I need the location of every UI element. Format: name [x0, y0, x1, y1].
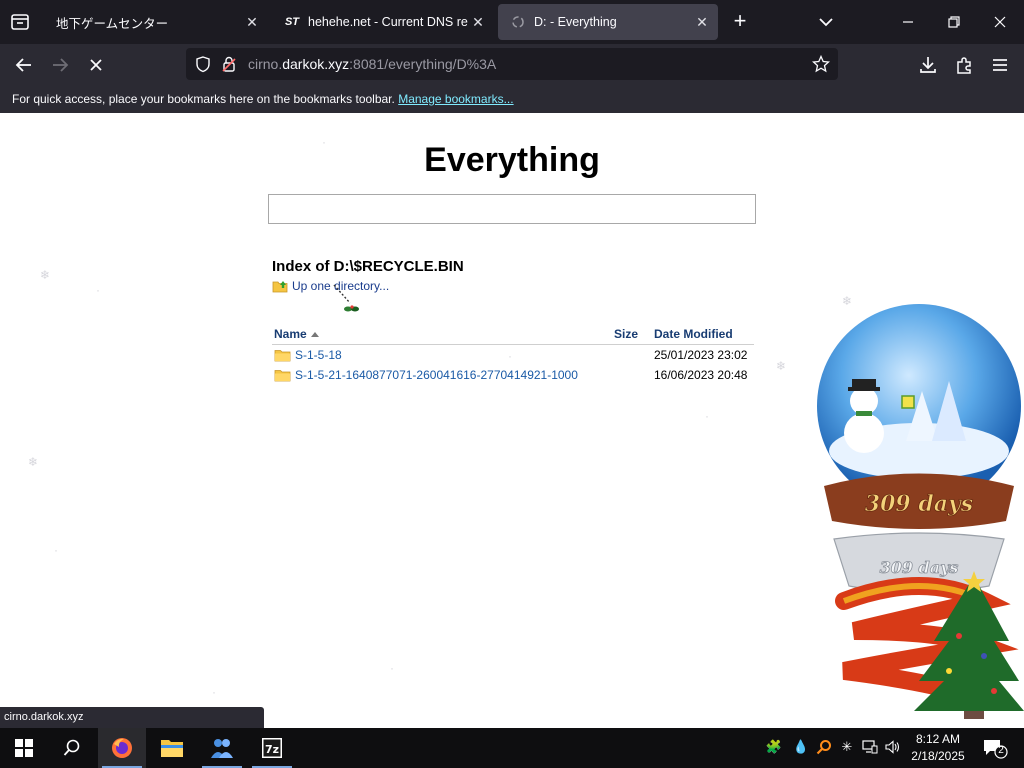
- bookmarks-toolbar: For quick access, place your bookmarks h…: [0, 86, 1024, 113]
- back-arrow-icon[interactable]: [12, 53, 36, 77]
- tray-search-app-icon[interactable]: [815, 738, 833, 756]
- volume-icon[interactable]: [884, 738, 902, 756]
- row-date-cell: 16/06/2023 20:48: [654, 368, 748, 382]
- snowflake-icon: ❄: [776, 359, 787, 373]
- column-header-date[interactable]: Date Modified: [652, 325, 754, 345]
- extensions-icon[interactable]: [952, 53, 976, 77]
- row-name-cell: S-1-5-21-1640877071-260041616-2770414921…: [272, 365, 612, 385]
- tab-1[interactable]: ST hehehe.net - Current DNS reco ✕: [272, 4, 494, 40]
- page-content: ❄ ❄ · · · · ❄ ❄ · · · · Everything Index…: [0, 113, 1024, 728]
- row-name-cell: S-1-5-18: [272, 345, 612, 365]
- st-favicon-icon: ST: [284, 16, 300, 28]
- row-size-cell: [612, 345, 652, 366]
- file-explorer-icon: [161, 740, 183, 757]
- system-clock[interactable]: 8:12 AM 2/18/2025: [905, 731, 971, 765]
- 7zip-icon: 7z: [262, 738, 282, 758]
- tab-strip: 地下ゲームセンター ✕ ST hehehe.net - Current DNS …: [0, 0, 1024, 44]
- new-tab-icon[interactable]: +: [728, 10, 752, 34]
- url-text[interactable]: cirno.darkok.xyz:8081/everything/D%3A: [248, 56, 496, 72]
- snowflake-icon: ❄: [28, 455, 39, 469]
- folder-link[interactable]: S-1-5-18: [295, 348, 342, 362]
- taskbar-search-button[interactable]: [48, 728, 96, 768]
- table-header-row: Name Size Date Modified: [272, 325, 754, 345]
- windows-taskbar: 7z 🧩 💧 ✳ 8:12 AM 2/18/2025 2: [0, 728, 1024, 768]
- insecure-lock-icon[interactable]: [220, 55, 238, 73]
- snowflake-icon: ·: [390, 661, 394, 675]
- search-icon: [63, 739, 80, 756]
- taskbar-file-explorer[interactable]: [148, 728, 196, 768]
- downloads-icon[interactable]: [916, 53, 940, 77]
- notification-count: 2: [998, 745, 1004, 756]
- column-header-name-label: Name: [274, 327, 307, 341]
- windows-logo-icon: [15, 739, 33, 757]
- table-row: S-1-5-21-1640877071-260041616-2770414921…: [272, 365, 754, 385]
- close-window-icon[interactable]: [986, 8, 1014, 36]
- forward-arrow-icon[interactable]: [48, 53, 72, 77]
- taskbar-7zip[interactable]: 7z: [248, 728, 296, 768]
- tab-title: D: - Everything: [534, 15, 617, 29]
- network-icon[interactable]: [861, 738, 879, 756]
- folder-up-icon: [272, 281, 288, 293]
- folder-link[interactable]: S-1-5-21-1640877071-260041616-2770414921…: [295, 368, 578, 382]
- url-host: darkok.xyz: [282, 56, 350, 72]
- sort-ascending-icon: [310, 332, 319, 338]
- loading-favicon-icon: [510, 14, 526, 30]
- restore-icon[interactable]: [940, 8, 968, 36]
- address-bar[interactable]: cirno.darkok.xyz:8081/everything/D%3A: [186, 48, 838, 80]
- tab-0[interactable]: 地下ゲームセンター ✕: [44, 4, 268, 40]
- table-row: S-1-5-18 25/01/2023 23:02: [272, 345, 754, 366]
- clock-date: 2/18/2025: [911, 749, 965, 763]
- people-app-icon: [211, 739, 233, 758]
- tab-title: hehehe.net - Current DNS reco: [308, 15, 468, 29]
- page-title: Everything: [424, 141, 600, 179]
- chevron-down-icon[interactable]: [814, 10, 838, 34]
- stop-loading-icon[interactable]: [84, 53, 108, 77]
- mistletoe-cursor-icon: [333, 284, 359, 312]
- tray-app-icon[interactable]: 🧩: [765, 738, 783, 756]
- close-tab-icon[interactable]: ✕: [468, 12, 488, 32]
- svg-text:7z: 7z: [265, 743, 279, 756]
- index-heading: Index of D:\$RECYCLE.BIN: [272, 258, 464, 275]
- taskbar-people-app[interactable]: [198, 728, 246, 768]
- bookmark-star-icon[interactable]: [812, 55, 830, 73]
- row-size-cell: [612, 365, 652, 385]
- close-tab-icon[interactable]: ✕: [242, 12, 262, 32]
- christmas-tree-decoration: [835, 571, 1024, 719]
- row-date-cell: 25/01/2023 23:02: [654, 348, 748, 362]
- snowflake-icon: ·: [54, 543, 58, 557]
- manage-bookmarks-link[interactable]: Manage bookmarks...: [398, 92, 513, 106]
- tray-asterisk-icon[interactable]: ✳: [838, 738, 856, 756]
- firefox-view-icon[interactable]: [8, 10, 32, 34]
- search-input[interactable]: [268, 194, 756, 224]
- minimize-icon[interactable]: [894, 8, 922, 36]
- action-center-button[interactable]: 2: [980, 736, 1008, 760]
- close-tab-icon[interactable]: ✕: [692, 12, 712, 32]
- taskbar-firefox[interactable]: [98, 728, 146, 768]
- column-header-size[interactable]: Size: [612, 325, 652, 345]
- folder-icon: [274, 350, 291, 362]
- tray-droplet-icon[interactable]: 💧: [792, 738, 810, 756]
- folder-icon: [274, 370, 291, 382]
- hamburger-menu-icon[interactable]: [988, 53, 1012, 77]
- bookmarks-hint: For quick access, place your bookmarks h…: [12, 92, 395, 106]
- url-path: :8081/everything/D%3A: [349, 56, 497, 72]
- tab-title: 地下ゲームセンター: [56, 16, 169, 31]
- url-subdomain: cirno.: [248, 56, 283, 72]
- tab-2-active[interactable]: D: - Everything ✕: [498, 4, 718, 40]
- column-header-name[interactable]: Name: [272, 325, 612, 345]
- start-button[interactable]: [0, 728, 48, 768]
- snowflake-icon: ·: [96, 283, 100, 297]
- globe-days-label: 309 days: [865, 491, 973, 517]
- snowflake-icon: ·: [705, 409, 709, 423]
- snowflake-icon: ·: [212, 685, 216, 699]
- snowflake-icon: ❄: [40, 268, 51, 282]
- directory-table: Name Size Date Modified S-1-5-18 25/01/2…: [272, 325, 754, 385]
- bookmarks-empty-message: For quick access, place your bookmarks h…: [12, 92, 514, 106]
- status-bar: cirno.darkok.xyz: [0, 707, 264, 728]
- navigation-toolbar: cirno.darkok.xyz:8081/everything/D%3A: [0, 44, 1024, 86]
- snow-globe-widget[interactable]: 309 days 309 days: [794, 301, 1024, 601]
- clock-time: 8:12 AM: [915, 732, 961, 746]
- firefox-icon: [112, 738, 132, 758]
- shield-icon[interactable]: [194, 55, 212, 73]
